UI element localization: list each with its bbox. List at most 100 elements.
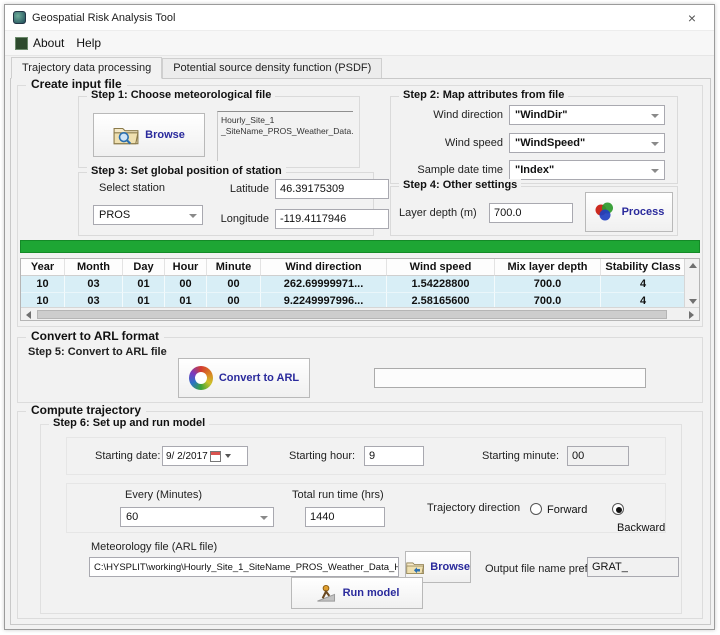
layer-depth-input[interactable]: 700.0 — [489, 203, 573, 223]
app-window: Geospatial Risk Analysis Tool × About He… — [4, 4, 715, 630]
col-header-minute[interactable]: Minute — [207, 259, 261, 276]
step6-title: Step 6: Set up and run model — [49, 417, 209, 429]
starting-minute-input[interactable]: 00 — [567, 446, 629, 466]
step2-box: Step 2: Map attributes from file Wind di… — [390, 96, 678, 184]
forward-radio[interactable]: Forward — [530, 500, 587, 518]
table-row[interactable]: 10 03 01 00 00 262.69999971... 1.5422880… — [21, 276, 686, 293]
cell-minute: 00 — [207, 276, 261, 293]
tab-trajectory-data-processing[interactable]: Trajectory data processing — [11, 57, 162, 79]
cell-year: 10 — [21, 276, 65, 293]
rainbow-ring-icon — [189, 366, 213, 390]
longitude-label: Longitude — [207, 213, 269, 225]
step1-title: Step 1: Choose meteorological file — [87, 89, 275, 101]
chevron-down-icon — [651, 169, 659, 173]
process-button[interactable]: Process — [585, 192, 673, 232]
convert-arl-title: Convert to ARL format — [26, 329, 164, 343]
col-header-mix-layer-depth[interactable]: Mix layer depth — [495, 259, 601, 276]
output-prefix-label: Output file name prefix — [485, 563, 596, 575]
col-header-stability-class[interactable]: Stability Class — [601, 259, 686, 276]
step1-box: Step 1: Choose meteorological file Brows… — [78, 96, 360, 168]
about-icon — [15, 37, 28, 50]
every-minutes-combo[interactable]: 60 — [120, 507, 274, 527]
wind-speed-combo[interactable]: "WindSpeed" — [509, 133, 665, 153]
col-header-wind-speed[interactable]: Wind speed — [387, 259, 495, 276]
tab-psdf[interactable]: Potential source density function (PSDF) — [162, 58, 382, 79]
step3-box: Step 3: Set global position of station S… — [78, 172, 374, 236]
backward-radio[interactable]: Backward — [612, 500, 665, 536]
chevron-down-icon — [651, 114, 659, 118]
forward-label: Forward — [547, 504, 587, 516]
met-arl-file-label: Meteorology file (ARL file) — [91, 541, 217, 553]
weather-data-table: Year Month Day Hour Minute Wind directio… — [20, 258, 700, 321]
select-station-value: PROS — [99, 209, 130, 221]
chevron-down-icon — [260, 516, 268, 520]
cell-wind-direction: 262.69999971... — [261, 276, 387, 293]
scroll-right-arrow-icon[interactable] — [684, 308, 699, 321]
col-header-hour[interactable]: Hour — [165, 259, 207, 276]
scroll-left-arrow-icon[interactable] — [21, 308, 36, 321]
horizontal-scroll-thumb[interactable] — [37, 310, 667, 319]
cell-mix-layer-depth: 700.0 — [495, 276, 601, 293]
browse-met-file-button[interactable]: Browse — [93, 113, 205, 157]
radio-unchecked-icon — [530, 503, 542, 515]
table-horizontal-scrollbar[interactable] — [21, 307, 699, 320]
step5-title: Step 5: Convert to ARL file — [28, 346, 167, 358]
close-button[interactable]: × — [678, 10, 706, 26]
select-station-combo[interactable]: PROS — [93, 205, 203, 225]
convert-arl-group: Convert to ARL format Step 5: Convert to… — [17, 337, 703, 403]
menu-help[interactable]: Help — [74, 34, 111, 52]
compute-trajectory-group: Compute trajectory Step 6: Set up and ru… — [17, 411, 703, 619]
menu-about-label: About — [33, 36, 64, 50]
scroll-up-arrow-icon[interactable] — [685, 259, 700, 272]
start-time-panel: Starting date: 9/ 2/2017 Starting hour: … — [66, 437, 666, 475]
wind-direction-label: Wind direction — [395, 109, 503, 121]
met-file-name-line1: Hourly_Site_1 — [221, 115, 351, 126]
process-progress-bar — [20, 240, 700, 253]
col-header-day[interactable]: Day — [123, 259, 165, 276]
app-icon — [13, 11, 26, 24]
run-options-panel: Every (Minutes) 60 Total run time (hrs) … — [66, 483, 666, 533]
latitude-label: Latitude — [207, 183, 269, 195]
every-minutes-label: Every (Minutes) — [125, 489, 202, 501]
menu-about[interactable]: About — [13, 34, 74, 52]
cell-wind-speed: 1.54228800 — [387, 276, 495, 293]
col-header-month[interactable]: Month — [65, 259, 123, 276]
every-minutes-value: 60 — [126, 511, 138, 523]
wind-speed-value: "WindSpeed" — [515, 137, 585, 149]
chevron-down-icon — [189, 214, 197, 218]
col-header-year[interactable]: Year — [21, 259, 65, 276]
starting-minute-label: Starting minute: — [482, 450, 559, 462]
step3-title: Step 3: Set global position of station — [87, 165, 286, 177]
convert-to-arl-label: Convert to ARL — [219, 372, 299, 384]
total-run-time-label: Total run time (hrs) — [292, 489, 384, 501]
radio-checked-icon — [612, 503, 624, 515]
backward-label: Backward — [617, 522, 665, 534]
met-arl-file-input[interactable]: C:\HYSPLIT\working\Hourly_Site_1_SiteNam… — [89, 557, 399, 577]
sample-date-time-label: Sample date time — [395, 164, 503, 176]
col-header-wind-direction[interactable]: Wind direction — [261, 259, 387, 276]
cell-hour: 00 — [165, 276, 207, 293]
run-model-label: Run model — [343, 587, 400, 599]
starting-date-picker[interactable]: 9/ 2/2017 — [162, 446, 248, 466]
latitude-input[interactable]: 46.39175309 — [275, 179, 389, 199]
select-station-label: Select station — [99, 182, 165, 194]
total-run-time-input[interactable]: 1440 — [305, 507, 385, 527]
output-prefix-input[interactable]: GRAT_ — [587, 557, 679, 577]
table-vertical-scrollbar[interactable] — [684, 259, 699, 308]
cell-day: 01 — [123, 276, 165, 293]
process-button-label: Process — [622, 206, 665, 218]
calendar-icon — [210, 451, 221, 462]
met-file-name-display[interactable]: Hourly_Site_1 _SiteName_PROS_Weather_Dat… — [217, 111, 353, 161]
convert-to-arl-button[interactable]: Convert to ARL — [178, 358, 310, 398]
starting-hour-input[interactable]: 9 — [364, 446, 424, 466]
wind-speed-label: Wind speed — [395, 137, 503, 149]
chevron-down-icon — [651, 142, 659, 146]
longitude-input[interactable]: -119.4117946 — [275, 209, 389, 229]
run-model-button[interactable]: Run model — [291, 577, 423, 609]
wind-direction-combo[interactable]: "WindDir" — [509, 105, 665, 125]
folder-open-icon — [406, 559, 424, 576]
rainbow-ring-center — [195, 372, 207, 384]
wind-direction-value: "WindDir" — [515, 109, 568, 121]
sample-date-time-combo[interactable]: "Index" — [509, 160, 665, 180]
step2-title: Step 2: Map attributes from file — [399, 89, 568, 101]
